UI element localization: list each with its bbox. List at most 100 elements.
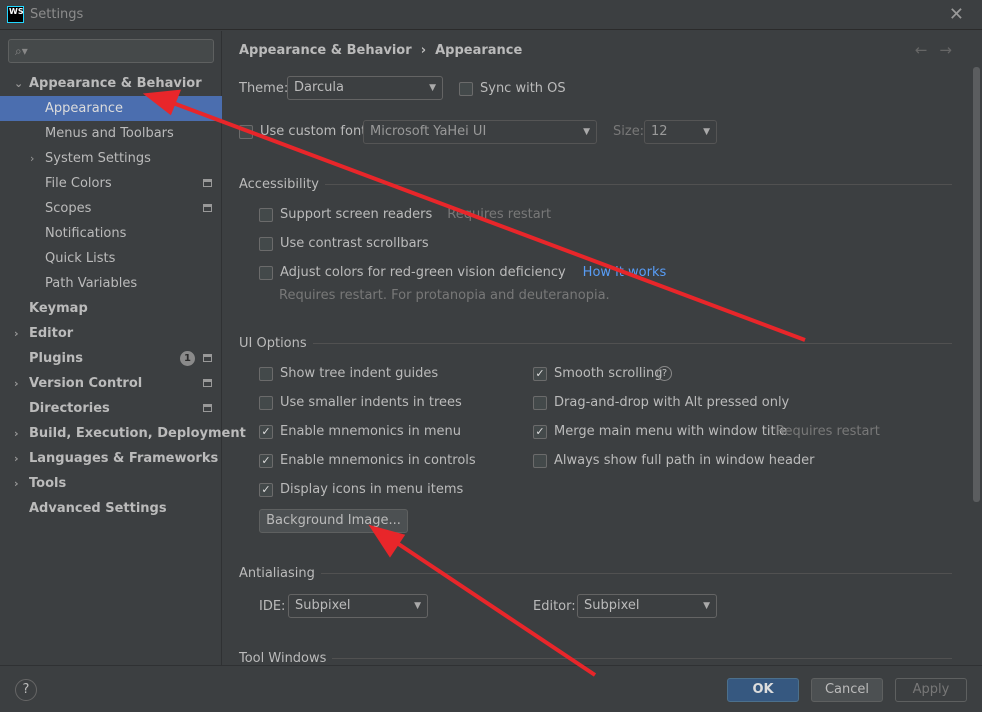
editor-label: Editor: <box>533 599 576 614</box>
sidebar-item[interactable]: File Colors <box>0 171 222 196</box>
checkbox-box[interactable]: ✓ <box>259 453 273 468</box>
font-value: Microsoft YaHei UI <box>370 124 487 139</box>
sidebar-item[interactable]: Scopes <box>0 196 222 221</box>
section-title: Antialiasing <box>239 566 315 581</box>
theme-select[interactable]: Darcula ▼ <box>287 76 443 100</box>
sidebar-item-label: Appearance <box>45 101 124 116</box>
help-button[interactable]: ? <box>15 679 37 701</box>
chevron-right-icon[interactable]: › <box>14 421 19 446</box>
sidebar-item-label: Quick Lists <box>45 251 116 266</box>
ide-value: Subpixel <box>295 598 351 613</box>
chevron-right-icon[interactable]: › <box>14 371 19 396</box>
chevron-down-icon: ▼ <box>703 127 710 137</box>
sidebar-item[interactable]: Quick Lists <box>0 246 222 271</box>
checkbox-box[interactable] <box>533 395 547 410</box>
ui-option-checkbox[interactable]: ✓ Enable mnemonics in menu <box>259 424 461 439</box>
checkbox-label: Adjust colors for red-green vision defic… <box>280 265 566 280</box>
ui-option-checkbox[interactable]: ✓ Merge main menu with window title <box>533 424 787 439</box>
back-icon[interactable]: ← <box>915 41 940 59</box>
apply-button[interactable]: Apply <box>895 678 967 702</box>
chevron-right-icon[interactable]: › <box>14 471 19 496</box>
size-select[interactable]: 12 ▼ <box>644 120 717 144</box>
checkbox-box[interactable] <box>259 207 273 222</box>
chevron-right-icon[interactable]: › <box>14 446 19 471</box>
tool-windows-section: Tool Windows <box>239 651 952 666</box>
custom-font-checkbox[interactable]: Use custom font: <box>239 124 371 139</box>
sidebar-item-label: Advanced Settings <box>29 501 167 516</box>
checkbox-label: Drag-and-drop with Alt pressed only <box>554 395 790 410</box>
size-label: Size: <box>613 124 645 139</box>
sidebar-item[interactable]: Appearance <box>0 96 222 121</box>
editor-antialiasing-select[interactable]: Subpixel ▼ <box>577 594 717 618</box>
checkbox-box[interactable] <box>259 265 273 280</box>
chevron-down-icon: ▼ <box>703 601 710 611</box>
ui-option-checkbox[interactable]: Use smaller indents in trees <box>259 395 462 410</box>
sidebar-item[interactable]: Advanced Settings <box>0 496 222 521</box>
checkbox-box[interactable] <box>259 236 273 251</box>
checkbox-box[interactable] <box>533 453 547 468</box>
project-level-icon <box>203 404 212 412</box>
sidebar-item[interactable]: › System Settings <box>0 146 222 171</box>
forward-icon[interactable]: → <box>939 41 964 59</box>
sidebar-item-label: Plugins <box>29 351 83 366</box>
theme-label: Theme: <box>239 81 289 96</box>
checkbox-box[interactable] <box>459 81 473 96</box>
checkbox-box[interactable]: ✓ <box>259 482 273 497</box>
chevron-right-icon[interactable]: › <box>14 321 19 346</box>
checkbox-box[interactable] <box>259 366 273 381</box>
ui-options-section: UI Options <box>239 336 952 351</box>
checkbox-box[interactable]: ✓ <box>533 424 547 439</box>
webstorm-logo: WS <box>7 6 24 23</box>
chevron-down-icon[interactable]: ⌄ <box>14 71 23 96</box>
close-icon[interactable]: ✕ <box>949 4 964 25</box>
sidebar-item[interactable]: Notifications <box>0 221 222 246</box>
cancel-button[interactable]: Cancel <box>811 678 883 702</box>
breadcrumb-current: Appearance <box>435 43 523 58</box>
sidebar-item[interactable]: Plugins 1 <box>0 346 222 371</box>
ui-option-checkbox[interactable]: ✓ Display icons in menu items <box>259 482 463 497</box>
ui-option-checkbox[interactable]: Drag-and-drop with Alt pressed only <box>533 395 789 410</box>
help-icon[interactable]: ? <box>657 366 672 381</box>
font-select[interactable]: Microsoft YaHei UI ▼ <box>363 120 597 144</box>
sidebar-item-label: Directories <box>29 401 110 416</box>
search-input[interactable]: ⌕▾ <box>8 39 214 63</box>
breadcrumb: Appearance & Behavior › Appearance <box>239 43 523 58</box>
sync-os-checkbox[interactable]: Sync with OS <box>459 81 566 96</box>
ui-option-checkbox[interactable]: ✓ Smooth scrolling <box>533 366 663 381</box>
sidebar-item[interactable]: Directories <box>0 396 222 421</box>
sidebar-item[interactable]: Path Variables <box>0 271 222 296</box>
ide-antialiasing-select[interactable]: Subpixel ▼ <box>288 594 428 618</box>
sidebar-item[interactable]: › Languages & Frameworks <box>0 446 222 471</box>
sidebar-item-label: Build, Execution, Deployment <box>29 426 246 441</box>
ui-option-checkbox[interactable]: Show tree indent guides <box>259 366 438 381</box>
sidebar-item-label: Editor <box>29 326 74 341</box>
ok-button[interactable]: OK <box>727 678 799 702</box>
project-level-icon <box>203 204 212 212</box>
scrollbar[interactable] <box>973 67 980 502</box>
sidebar-item[interactable]: › Editor <box>0 321 222 346</box>
checkbox-box[interactable]: ✓ <box>533 366 547 381</box>
ui-option-checkbox[interactable]: ✓ Enable mnemonics in controls <box>259 453 476 468</box>
sidebar-item[interactable]: › Version Control <box>0 371 222 396</box>
sidebar-item[interactable]: › Tools <box>0 471 222 496</box>
breadcrumb-parent[interactable]: Appearance & Behavior <box>239 43 412 58</box>
screen-readers-checkbox[interactable]: Support screen readers Requires restart <box>259 207 551 222</box>
sidebar-item[interactable]: Keymap <box>0 296 222 321</box>
chevron-right-icon[interactable]: › <box>30 146 34 171</box>
checkbox-box[interactable] <box>239 124 253 139</box>
red-green-checkbox[interactable]: Adjust colors for red-green vision defic… <box>259 265 666 280</box>
checkbox-label: Display icons in menu items <box>280 482 464 497</box>
contrast-scrollbars-checkbox[interactable]: Use contrast scrollbars <box>259 236 429 251</box>
background-image-button[interactable]: Background Image... <box>259 509 408 533</box>
sidebar-item-label: Menus and Toolbars <box>45 126 174 141</box>
chevron-down-icon: ▼ <box>583 127 590 137</box>
checkbox-box[interactable]: ✓ <box>259 424 273 439</box>
sidebar-item[interactable]: Menus and Toolbars <box>0 121 222 146</box>
hint-text: Requires restart <box>447 207 552 222</box>
how-it-works-link[interactable]: How it works <box>583 265 667 280</box>
ui-option-checkbox[interactable]: Always show full path in window header <box>533 453 815 468</box>
checkbox-box[interactable] <box>259 395 273 410</box>
sidebar-item[interactable]: › Build, Execution, Deployment <box>0 421 246 446</box>
sidebar-item[interactable]: ⌄ Appearance & Behavior <box>0 71 222 96</box>
theme-value: Darcula <box>294 80 345 95</box>
